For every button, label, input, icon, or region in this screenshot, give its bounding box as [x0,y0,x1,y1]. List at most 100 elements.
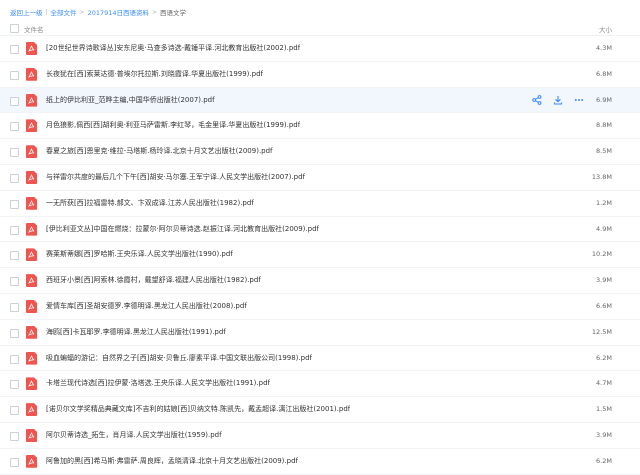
file-size: 4.3M [596,44,612,52]
breadcrumb-separator: > [152,8,158,16]
share-icon[interactable] [531,95,542,106]
file-size: 1.2M [596,198,612,207]
pdf-file-icon [26,196,37,210]
pdf-file-icon [26,274,37,288]
row-checkbox[interactable] [10,122,19,132]
pdf-file-icon [26,454,37,468]
pdf-file-icon [26,145,37,159]
row-checkbox[interactable] [10,225,19,235]
file-row[interactable]: [诺贝尔文学奖精品典藏文库]不吉利的姑娘[西]贝纳文特.陈凯先，戴孟超译.漓江出… [0,397,640,423]
row-checkbox[interactable] [10,431,19,441]
file-row[interactable]: 月色狼影,佩西[西]胡利奥·利亚马萨雷斯.李红琴，毛金里译.华夏出版社(1999… [0,113,640,140]
file-size: 8.8M [596,121,612,130]
file-size: 3.9M [596,276,612,285]
file-row[interactable]: 纸上的伊比利亚_范晔主编,中国华侨出版社(2007).pdf 6.9M [0,87,640,114]
row-checkbox[interactable] [10,70,19,80]
file-name[interactable]: 月色狼影,佩西[西]胡利奥·利亚马萨雷斯.李红琴，毛金里译.华夏出版社(1999… [46,120,300,130]
file-row[interactable]: 春夏之旅[西]恩里克·维拉-马塔斯.杨玲译.北京十月文艺出版社(2009).pd… [0,139,640,165]
file-name[interactable]: 卡塔兰现代诗选[西]拉伊蒙·洛塔选.王央乐译.人民文学出版社(1991).pdf [46,378,270,388]
file-row[interactable]: 赛莱斯蒂娜[西]罗哈斯.王央乐译.人民文学出版社(1990).pdf 10.2M [0,242,640,269]
file-row[interactable]: [伊比利亚文丛]中国在燃烧：拉蒙尔·阿尔贝蒂诗选.赵振江译.河北教育出版社(20… [0,217,640,243]
pdf-file-icon [26,42,37,55]
pdf-file-icon [26,67,37,81]
file-size: 13.8M [591,172,612,181]
breadcrumb-current: 西语文学 [160,9,187,17]
file-name[interactable]: 一无所获[西]拉福雷特.郝文、卞双成译.江苏人民出版社(1982).pdf [46,198,254,208]
pdf-file-icon [26,377,37,391]
file-name[interactable]: 与祥雷尔共度的最后几个下午[西]胡安·马尔塞.王军宁译.人民文学出版社(2007… [46,172,305,182]
pdf-file-icon [26,403,37,417]
file-size: 6.6M [596,301,612,310]
file-name[interactable]: 长夜犹在[西]索莱达德·普埃尔托拉斯.刘晓霞译.华夏出版社(1999).pdf [46,69,263,79]
file-row[interactable]: 一无所获[西]拉福雷特.郝文、卞双成译.江苏人民出版社(1982).pdf 1.2… [0,191,640,217]
file-size: 8.5M [596,147,612,156]
name-column-header[interactable]: 文件名 [24,24,44,34]
file-size: 6.8M [596,69,612,78]
file-row[interactable]: 卡塔兰现代诗选[西]拉伊蒙·洛塔选.王央乐译.人民文学出版社(1991).pdf… [0,371,640,398]
file-row[interactable]: 爱情车库[西]圣胡安德罗.李德明译.黑龙江人民出版社(2008).pdf 6.6M [0,294,640,320]
file-name[interactable]: 阿尔贝蒂诗选_拓生，肖月译.人民文学出版社(1959).pdf [46,430,222,440]
file-name[interactable]: 阿鲁加的黑[西]希马斯·弗雷萨.周良辉，孟晓清译.北京十月文艺出版社(2009)… [46,456,298,466]
pdf-file-icon [26,248,37,262]
file-size: 3.9M [596,430,612,439]
pdf-file-icon [26,351,37,365]
file-size: 4.9M [596,224,612,233]
row-checkbox[interactable] [10,302,19,312]
row-checkbox[interactable] [10,45,19,54]
file-row[interactable]: 海鸥[西]卡瓦耶罗.李德明译.黑龙江人民出版社(1991).pdf 12.5M [0,320,640,346]
size-column-header[interactable]: 大小 [599,24,612,34]
breadcrumb-separator: | [45,8,48,16]
file-size: 6.2M [596,353,612,362]
more-icon[interactable] [573,95,584,106]
file-name[interactable]: 爱情车库[西]圣胡安德罗.李德明译.黑龙江人民出版社(2008).pdf [46,301,247,311]
row-checkbox[interactable] [10,96,19,106]
pdf-file-icon [26,93,37,107]
row-actions [531,95,584,106]
breadcrumb: 返回上一级 | 全部文件 > 2017914日西语资料 > 西语文学 [10,6,186,18]
pdf-file-icon [26,325,37,339]
file-row[interactable]: [20世纪世界诗歌译丛]安东尼奥·马查多诗选-戴锤平译.河北教育出版社(2002… [0,36,640,62]
file-size: 4.7M [596,379,612,388]
row-checkbox[interactable] [10,148,19,158]
file-row[interactable]: 与祥雷尔共度的最后几个下午[西]胡安·马尔塞.王军宁译.人民文学出版社(2007… [0,165,640,191]
row-checkbox[interactable] [10,457,19,467]
row-checkbox[interactable] [10,406,19,416]
file-name[interactable]: 赛莱斯蒂娜[西]罗哈斯.王央乐译.人民文学出版社(1990).pdf [46,249,233,259]
pdf-file-icon [26,119,37,133]
file-name[interactable]: [诺贝尔文学奖精品典藏文库]不吉利的姑娘[西]贝纳文特.陈凯先，戴孟超译.漓江出… [46,404,350,414]
breadcrumb-all-files[interactable]: 全部文件 [51,7,77,17]
file-name[interactable]: [伊比利亚文丛]中国在燃烧：拉蒙尔·阿尔贝蒂诗选.赵振江译.河北教育出版社(20… [46,224,319,234]
file-name[interactable]: 纸上的伊比利亚_范晔主编,中国华侨出版社(2007).pdf [46,95,215,105]
row-checkbox[interactable] [10,173,19,183]
file-size: 6.9M [596,95,612,104]
file-size: 1.5M [596,405,612,414]
file-name[interactable]: [20世纪世界诗歌译丛]安东尼奥·马查多诗选-戴锤平译.河北教育出版社(2002… [46,43,300,53]
file-name[interactable]: 吸血蝙蝠的游记：自然界之子[西]胡安·贝鲁丘.廖素平译.中国文联出版公司(199… [46,353,312,363]
file-size: 6.2M [596,456,612,465]
file-name[interactable]: 春夏之旅[西]恩里克·维拉-马塔斯.杨玲译.北京十月文艺出版社(2009).pd… [46,146,273,156]
row-checkbox[interactable] [10,380,19,390]
file-row[interactable]: 阿鲁加的黑[西]希马斯·弗雷萨.周良辉，孟晓清译.北京十月文艺出版社(2009)… [0,449,640,475]
row-checkbox[interactable] [10,251,19,261]
download-icon[interactable] [552,95,563,106]
row-checkbox[interactable] [10,199,19,209]
file-size: 12.5M [591,327,612,336]
breadcrumb-folder[interactable]: 2017914日西语资料 [88,7,149,17]
file-row[interactable]: 阿尔贝蒂诗选_拓生，肖月译.人民文学出版社(1959).pdf 3.9M [0,423,640,449]
back-link[interactable]: 返回上一级 [10,7,43,17]
file-row[interactable]: 西班牙小景[西]阿索林.徐霞村，戴望舒译.福建人民出版社(1982).pdf 3.… [0,268,640,294]
file-row[interactable]: 长夜犹在[西]索莱达德·普埃尔托拉斯.刘晓霞译.华夏出版社(1999).pdf 6… [0,62,640,88]
file-list: [20世纪世界诗歌译丛]安东尼奥·马查多诗选-戴锤平译.河北教育出版社(2002… [0,36,640,475]
pdf-file-icon [26,299,37,313]
file-name[interactable]: 西班牙小景[西]阿索林.徐霞村，戴望舒译.福建人民出版社(1982).pdf [46,275,261,285]
file-name[interactable]: 海鸥[西]卡瓦耶罗.李德明译.黑龙江人民出版社(1991).pdf [46,327,226,337]
row-checkbox[interactable] [10,354,19,364]
file-list-header: 文件名 大小 [0,22,640,36]
pdf-file-icon [26,428,37,442]
breadcrumb-separator: > [79,8,85,16]
pdf-file-icon [26,222,37,236]
row-checkbox[interactable] [10,328,19,338]
select-all-checkbox[interactable] [10,24,19,33]
row-checkbox[interactable] [10,277,19,287]
file-row[interactable]: 吸血蝙蝠的游记：自然界之子[西]胡安·贝鲁丘.廖素平译.中国文联出版公司(199… [0,346,640,372]
